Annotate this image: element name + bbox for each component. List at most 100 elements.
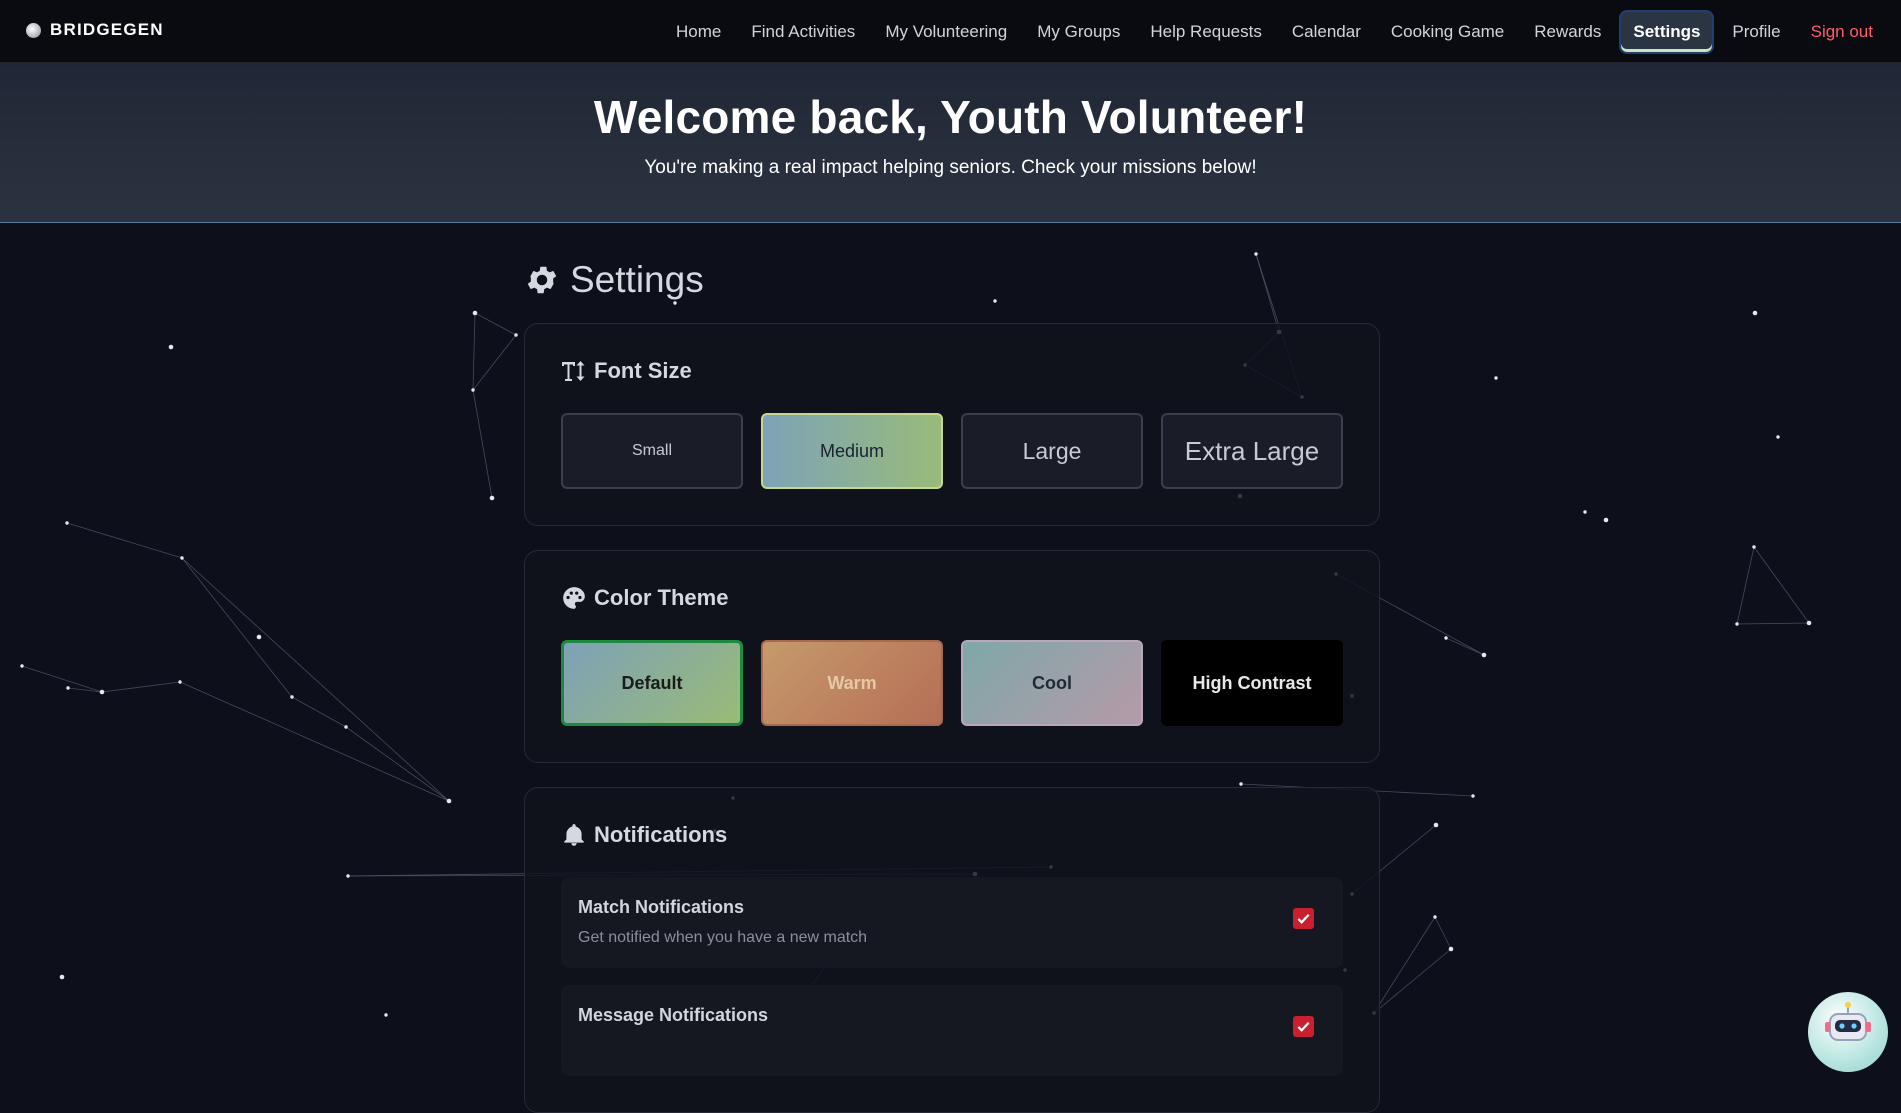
message-notifications-row: Message Notifications bbox=[561, 985, 1343, 1076]
brand-name: BRIDGEGEN bbox=[50, 20, 164, 39]
top-navbar: BRIDGEGEN Home Find Activities My Volunt… bbox=[0, 0, 1901, 63]
star-dot bbox=[59, 974, 65, 980]
constellation-line bbox=[66, 522, 183, 559]
font-size-options: Small Medium Large Extra Large bbox=[561, 413, 1343, 489]
star-dot bbox=[471, 388, 475, 392]
star-dot bbox=[1735, 622, 1739, 626]
constellation-line bbox=[472, 334, 517, 391]
star-dot bbox=[1752, 545, 1756, 549]
star-dot bbox=[1471, 794, 1475, 798]
theme-high-contrast-button[interactable]: High Contrast bbox=[1161, 640, 1344, 726]
settings-page: Settings Font Size Small Medium Large Ex… bbox=[524, 255, 1380, 1113]
theme-default-button[interactable]: Default bbox=[561, 640, 744, 726]
constellation-line bbox=[101, 681, 181, 693]
notifications-title: Notifications bbox=[594, 822, 728, 847]
star-dot bbox=[1433, 915, 1437, 919]
star-dot bbox=[180, 556, 184, 560]
checkmark-icon bbox=[1297, 1021, 1310, 1032]
theme-warm-button[interactable]: Warm bbox=[761, 640, 944, 726]
star-dot bbox=[1444, 636, 1448, 640]
brand-logo[interactable]: BRIDGEGEN bbox=[26, 20, 164, 40]
assistant-bot-button[interactable] bbox=[1808, 992, 1888, 1072]
font-size-heading: Font Size bbox=[561, 358, 1343, 384]
nav-calendar[interactable]: Calendar bbox=[1280, 12, 1373, 52]
nav-rewards[interactable]: Rewards bbox=[1522, 12, 1613, 52]
color-theme-card: Color Theme Default Warm Cool High Contr… bbox=[524, 550, 1380, 763]
constellation-line bbox=[472, 312, 476, 391]
brand-dot-icon bbox=[26, 22, 41, 38]
color-theme-title: Color Theme bbox=[594, 585, 729, 610]
star-dot bbox=[66, 686, 70, 690]
nav-settings[interactable]: Settings bbox=[1619, 9, 1715, 54]
font-size-small-button[interactable]: Small bbox=[561, 413, 743, 489]
constellation-line bbox=[179, 681, 450, 802]
star-dot bbox=[346, 874, 350, 878]
checkmark-icon bbox=[1297, 913, 1310, 924]
nav-my-groups[interactable]: My Groups bbox=[1025, 12, 1132, 52]
message-notifications-checkbox[interactable] bbox=[1293, 1016, 1314, 1037]
font-size-large-button[interactable]: Large bbox=[961, 413, 1143, 489]
font-size-title: Font Size bbox=[594, 358, 692, 383]
constellation-line bbox=[1445, 637, 1485, 656]
palette-icon bbox=[563, 587, 585, 609]
constellation-line bbox=[181, 557, 450, 802]
nav-home[interactable]: Home bbox=[664, 12, 733, 52]
constellation-line bbox=[291, 696, 347, 728]
star-dot bbox=[178, 680, 182, 684]
welcome-title: Welcome back, Youth Volunteer! bbox=[593, 91, 1308, 143]
star-dot bbox=[344, 725, 348, 729]
star-dot bbox=[384, 1013, 388, 1017]
star-dot bbox=[489, 495, 495, 501]
robot-icon bbox=[1825, 1002, 1871, 1041]
star-dot bbox=[446, 798, 452, 804]
star-dot bbox=[168, 344, 174, 350]
welcome-banner: Welcome back, Youth Volunteer! You're ma… bbox=[0, 63, 1901, 223]
star-dot bbox=[65, 521, 69, 525]
star-dot bbox=[1776, 435, 1780, 439]
font-size-extra-large-button[interactable]: Extra Large bbox=[1161, 413, 1343, 489]
constellation-line bbox=[181, 557, 293, 698]
match-notifications-row: Match Notifications Get notified when yo… bbox=[561, 877, 1343, 968]
sign-out-link[interactable]: Sign out bbox=[1799, 12, 1885, 52]
notification-description: Get notified when you have a new match bbox=[578, 929, 868, 946]
nav-links: Home Find Activities My Volunteering My … bbox=[664, 0, 1885, 63]
nav-help-requests[interactable]: Help Requests bbox=[1138, 12, 1274, 52]
star-dot bbox=[1448, 946, 1454, 952]
constellation-line bbox=[1736, 546, 1755, 625]
star-dot bbox=[1481, 652, 1487, 658]
star-dot bbox=[1583, 510, 1587, 514]
constellation-line bbox=[1736, 622, 1810, 625]
star-dot bbox=[99, 689, 105, 695]
star-dot bbox=[1494, 376, 1498, 380]
constellation-line bbox=[1434, 916, 1452, 950]
welcome-subtitle: You're making a real impact helping seni… bbox=[644, 157, 1257, 178]
font-size-card: Font Size Small Medium Large Extra Large bbox=[524, 323, 1380, 526]
constellation-line bbox=[345, 726, 450, 802]
nav-find-activities[interactable]: Find Activities bbox=[739, 12, 867, 52]
text-height-icon bbox=[562, 361, 585, 381]
nav-cooking-game[interactable]: Cooking Game bbox=[1379, 12, 1516, 52]
constellation-line bbox=[1373, 948, 1452, 1014]
notification-name: Message Notifications bbox=[578, 1005, 769, 1025]
nav-my-volunteering[interactable]: My Volunteering bbox=[873, 12, 1019, 52]
star-dot bbox=[1433, 822, 1439, 828]
nav-profile[interactable]: Profile bbox=[1720, 12, 1792, 52]
match-notifications-checkbox[interactable] bbox=[1293, 908, 1314, 929]
theme-cool-button[interactable]: Cool bbox=[961, 640, 1144, 726]
star-dot bbox=[1752, 310, 1758, 316]
constellation-line bbox=[21, 665, 103, 693]
star-dot bbox=[20, 664, 24, 668]
notifications-card: Notifications Match Notifications Get no… bbox=[524, 787, 1380, 1113]
star-dot bbox=[1603, 517, 1609, 523]
color-theme-options: Default Warm Cool High Contrast bbox=[561, 640, 1344, 726]
star-dot bbox=[290, 695, 294, 699]
constellation-line bbox=[474, 312, 517, 336]
star-dot bbox=[1806, 620, 1812, 626]
notifications-heading: Notifications bbox=[561, 822, 1343, 848]
star-dot bbox=[256, 634, 262, 640]
gear-icon bbox=[527, 266, 557, 294]
star-dot bbox=[472, 310, 478, 316]
font-size-medium-button[interactable]: Medium bbox=[761, 413, 943, 489]
notification-name: Match Notifications bbox=[578, 897, 745, 917]
page-title-text: Settings bbox=[570, 259, 704, 300]
